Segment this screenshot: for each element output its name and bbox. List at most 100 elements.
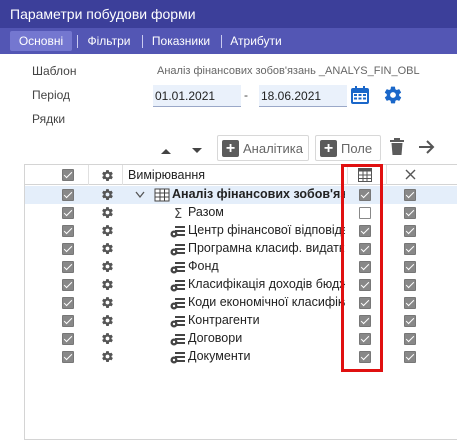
period-to-input[interactable] [259, 85, 347, 107]
gear-icon[interactable] [101, 188, 114, 201]
column-divider [347, 165, 348, 185]
row-enabled-checkbox[interactable] [62, 315, 74, 327]
svg-text:Σ: Σ [174, 207, 182, 220]
move-up-icon[interactable] [160, 143, 172, 154]
table-row[interactable]: Фонд [25, 258, 457, 276]
row-label: Контрагенти [188, 313, 260, 327]
column-divider [386, 165, 387, 185]
row-hide-checkbox[interactable] [404, 297, 416, 309]
row-column-checkbox[interactable] [359, 261, 371, 273]
table-row[interactable]: Класифікація доходів бюджету [25, 276, 457, 294]
dimension-icon [170, 316, 185, 328]
add-analytics-button[interactable]: + Аналітика [217, 135, 309, 161]
row-enabled-checkbox[interactable] [62, 279, 74, 291]
gear-icon[interactable] [383, 85, 403, 105]
plus-icon: + [320, 140, 337, 157]
gear-icon[interactable] [101, 278, 114, 291]
row-hide-checkbox[interactable] [404, 351, 416, 363]
tab-attributes[interactable]: Атрибути [226, 31, 286, 51]
tab-filters[interactable]: Фільтри [82, 31, 136, 51]
row-hide-checkbox[interactable] [404, 261, 416, 273]
dimension-icon [170, 244, 185, 256]
row-hide-checkbox[interactable] [404, 189, 416, 201]
tab-separator [142, 35, 143, 48]
table-row[interactable]: Програмна класиф. видатків [25, 240, 457, 258]
row-label: Класифікація доходів бюджету [188, 277, 345, 291]
row-enabled-checkbox[interactable] [62, 189, 74, 201]
row-label: Програмна класиф. видатків [188, 241, 345, 255]
select-all-checkbox[interactable] [62, 169, 74, 181]
table-row[interactable]: Договори [25, 330, 457, 348]
dimension-icon [170, 298, 185, 310]
row-enabled-checkbox[interactable] [62, 351, 74, 363]
tab-indicators[interactable]: Показники [147, 31, 215, 51]
row-hide-checkbox[interactable] [404, 225, 416, 237]
columns-icon[interactable] [358, 168, 372, 182]
column-divider [88, 165, 89, 185]
close-icon[interactable] [405, 169, 416, 180]
period-separator: - [244, 88, 248, 102]
dimensions-grid: Вимірювання Аналіз фінансових зобов'язан… [24, 164, 457, 440]
row-column-checkbox[interactable] [359, 279, 371, 291]
dimension-icon [170, 262, 185, 274]
move-down-icon[interactable] [191, 143, 203, 153]
row-hide-checkbox[interactable] [404, 243, 416, 255]
row-enabled-checkbox[interactable] [62, 243, 74, 255]
plus-icon: + [222, 140, 239, 157]
row-label: Разом [188, 205, 224, 219]
gear-icon[interactable] [101, 350, 114, 363]
table-row[interactable]: Σ Разом [25, 204, 457, 222]
add-field-button[interactable]: + Поле [315, 135, 381, 161]
gear-icon[interactable] [101, 242, 114, 255]
chevron-down-icon[interactable] [135, 191, 145, 199]
row-column-checkbox[interactable] [359, 351, 371, 363]
dimension-icon [170, 352, 185, 364]
row-column-checkbox[interactable] [359, 333, 371, 345]
gear-icon[interactable] [101, 332, 114, 345]
row-column-checkbox[interactable] [359, 189, 371, 201]
row-enabled-checkbox[interactable] [62, 261, 74, 273]
trash-icon[interactable] [389, 138, 405, 156]
row-enabled-checkbox[interactable] [62, 207, 74, 219]
arrow-right-icon[interactable] [418, 139, 435, 155]
table-row[interactable]: Аналіз фінансових зобов'язань [25, 186, 457, 204]
gear-icon[interactable] [101, 206, 114, 219]
row-label: Договори [188, 331, 243, 345]
window-title: Параметри побудови форми [0, 0, 457, 28]
gear-icon[interactable] [101, 314, 114, 327]
add-field-label: Поле [341, 141, 373, 156]
row-hide-checkbox[interactable] [404, 315, 416, 327]
table-row[interactable]: Документи [25, 348, 457, 366]
row-hide-checkbox[interactable] [404, 207, 416, 219]
gear-icon[interactable] [101, 169, 114, 182]
tab-main[interactable]: Основні [10, 31, 72, 51]
table-row[interactable]: Центр фінансової відповідальності [25, 222, 457, 240]
template-value: Аналіз фінансових зобов'язань _ANALYS_FI… [157, 65, 420, 77]
tab-separator [77, 35, 78, 48]
row-column-checkbox[interactable] [359, 315, 371, 327]
template-label: Шаблон [32, 64, 77, 78]
row-column-checkbox[interactable] [359, 225, 371, 237]
gear-icon[interactable] [101, 260, 114, 273]
table-row[interactable]: Коди економічної класифікації [25, 294, 457, 312]
table-row[interactable]: Контрагенти [25, 312, 457, 330]
gear-icon[interactable] [101, 296, 114, 309]
row-enabled-checkbox[interactable] [62, 297, 74, 309]
row-label: Аналіз фінансових зобов'язань [172, 187, 345, 201]
gear-icon[interactable] [101, 224, 114, 237]
row-hide-checkbox[interactable] [404, 333, 416, 345]
tab-bar: Основні Фільтри Показники Атрибути [0, 28, 457, 54]
row-column-checkbox[interactable] [359, 243, 371, 255]
grid-header: Вимірювання [25, 165, 457, 185]
period-from-input[interactable] [153, 85, 241, 107]
row-enabled-checkbox[interactable] [62, 333, 74, 345]
dimension-icon [170, 226, 185, 238]
dimension-column-header: Вимірювання [128, 168, 206, 182]
row-column-checkbox[interactable] [359, 207, 371, 219]
calendar-icon[interactable] [350, 85, 370, 105]
row-label: Фонд [188, 259, 219, 273]
row-enabled-checkbox[interactable] [62, 225, 74, 237]
row-hide-checkbox[interactable] [404, 279, 416, 291]
row-column-checkbox[interactable] [359, 297, 371, 309]
period-label: Період [32, 88, 71, 102]
